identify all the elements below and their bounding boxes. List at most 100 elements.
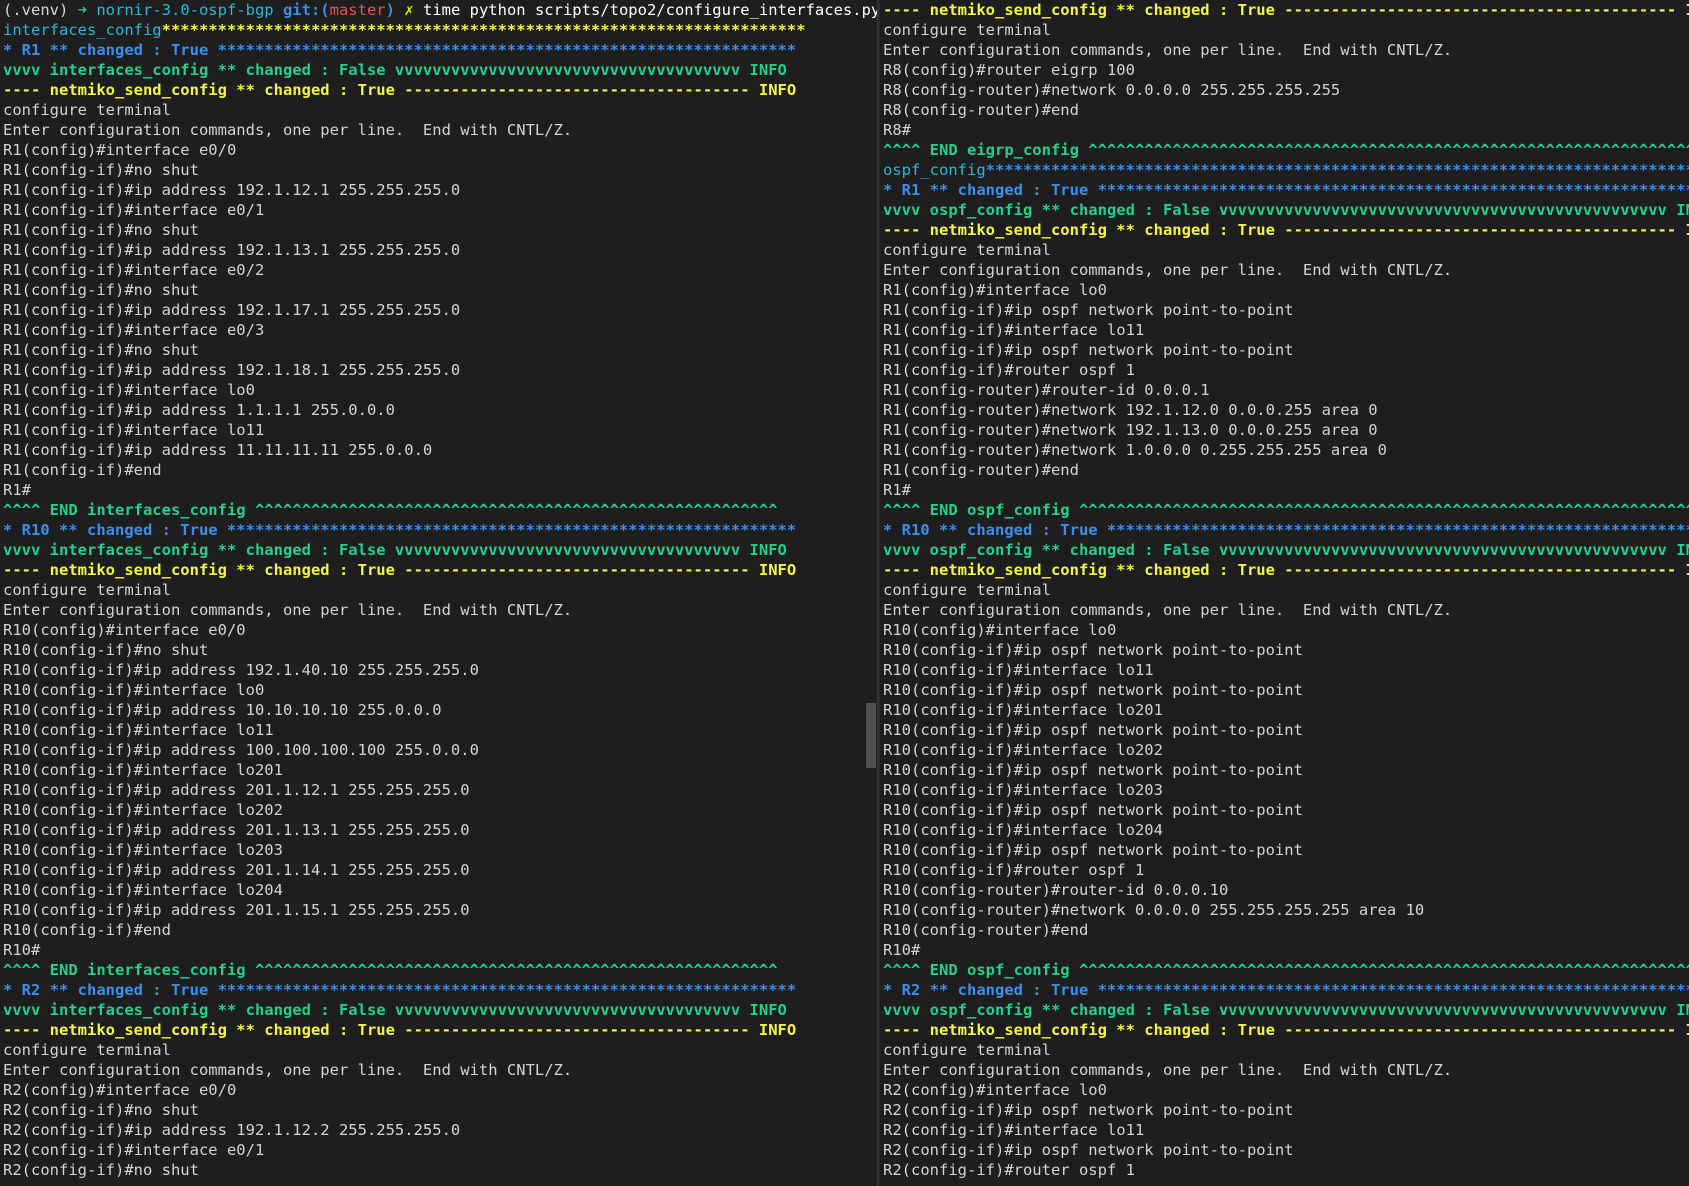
terminal-text: R1(config-if)#ip ospf network point-to-p…: [883, 341, 1294, 359]
terminal-line: R1(config-if)#ip address 192.1.12.1 255.…: [3, 180, 877, 200]
terminal-text: R10(config-if)#interface lo201: [3, 761, 283, 779]
terminal-line: vvvv interfaces_config ** changed : Fals…: [3, 60, 877, 80]
terminal-text: ****************************************…: [217, 981, 797, 999]
terminal-text: R1(config-if)#router ospf 1: [883, 361, 1135, 379]
terminal-text: R10(config-if)#interface lo201: [883, 701, 1163, 719]
terminal-text: R10(config-if)#ip ospf network point-to-…: [883, 761, 1303, 779]
terminal-line: R1(config-router)#network 1.0.0.0 0.255.…: [883, 440, 1689, 460]
terminal-line: R10(config-if)#ip ospf network point-to-…: [883, 760, 1689, 780]
terminal-text: time python scripts/topo2/configure_inte…: [413, 1, 877, 19]
terminal-text: ^^^^ END interfaces_config ^^^^^^^^^^^^^…: [3, 961, 778, 979]
terminal-text: R10(config-router)#end: [883, 921, 1089, 939]
terminal-line: ---- netmiko_send_config ** changed : Tr…: [3, 560, 877, 580]
terminal-text: R1(config-if)#interface lo11: [883, 321, 1145, 339]
terminal-line: configure terminal: [883, 20, 1689, 40]
terminal-pane-right[interactable]: ---- netmiko_send_config ** changed : Tr…: [880, 0, 1689, 1186]
terminal-line: R1(config-if)#ip address 192.1.17.1 255.…: [3, 300, 877, 320]
terminal-line: R10(config-if)#ip ospf network point-to-…: [883, 800, 1689, 820]
terminal-line: R1(config-if)#ip address 1.1.1.1 255.0.0…: [3, 400, 877, 420]
terminal-text: R2(config)#interface lo0: [883, 1081, 1107, 1099]
terminal-text: R8(config-router)#network 0.0.0.0 255.25…: [883, 81, 1341, 99]
terminal-text: R1(config-if)#ip address 192.1.12.1 255.…: [3, 181, 461, 199]
terminal-line: R1(config)#interface e0/0: [3, 140, 877, 160]
terminal-text: Enter configuration commands, one per li…: [3, 1061, 573, 1079]
terminal-line: R2(config)#interface e0/0: [3, 1080, 877, 1100]
terminal-line: R1(config-if)#interface e0/3: [3, 320, 877, 340]
terminal-line: configure terminal: [883, 1040, 1689, 1060]
terminal-text: R1(config)#interface e0/0: [3, 141, 237, 159]
terminal-line: R1(config-router)#network 192.1.13.0 0.0…: [883, 420, 1689, 440]
terminal-line: R1(config-if)#interface lo0: [3, 380, 877, 400]
terminal-text: R8(config-router)#end: [883, 101, 1079, 119]
terminal-text: R2(config)#interface e0/0: [3, 1081, 237, 1099]
terminal-text: configure terminal: [883, 1041, 1051, 1059]
terminal-text: ---- netmiko_send_config ** changed : Tr…: [883, 1, 1689, 19]
terminal-text: R1(config-if)#no shut: [3, 221, 199, 239]
terminal-line: R10(config-router)#network 0.0.0.0 255.2…: [883, 900, 1689, 920]
terminal-text: * R10 ** changed : True: [883, 521, 1107, 539]
terminal-pane-left[interactable]: (.venv) ➜ nornir-3.0-ospf-bgp git:(maste…: [0, 0, 877, 1186]
terminal-line: R10(config-if)#interface lo202: [883, 740, 1689, 760]
terminal-line: R8(config-router)#network 0.0.0.0 255.25…: [883, 80, 1689, 100]
terminal-line: R1(config-if)#no shut: [3, 220, 877, 240]
terminal-text: R1(config-router)#end: [883, 461, 1079, 479]
terminal-line: configure terminal: [883, 580, 1689, 600]
terminal-line: * R2 ** changed : True *****************…: [3, 980, 877, 1000]
terminal-text: vvvv ospf_config ** changed : False vvvv…: [883, 1001, 1689, 1019]
terminal-text: R1(config-router)#network 1.0.0.0 0.255.…: [883, 441, 1387, 459]
terminal-text: ---- netmiko_send_config ** changed : Tr…: [883, 561, 1689, 579]
terminal-line: R10(config-if)#interface lo203: [883, 780, 1689, 800]
terminal-text: R10(config-if)#ip address 192.1.40.10 25…: [3, 661, 479, 679]
terminal-line: * R1 ** changed : True *****************…: [883, 180, 1689, 200]
terminal-text: configure terminal: [883, 581, 1051, 599]
terminal-line: R8(config-router)#end: [883, 100, 1689, 120]
terminal-text: ✗: [394, 1, 414, 19]
terminal-text: Enter configuration commands, one per li…: [3, 121, 573, 139]
terminal-line: R10(config)#interface lo0: [883, 620, 1689, 640]
terminal-line: R2(config-if)#ip ospf network point-to-p…: [883, 1100, 1689, 1120]
terminal-text: R10(config-if)#interface lo11: [883, 661, 1154, 679]
terminal-text: R10(config)#interface lo0: [883, 621, 1117, 639]
terminal-text: R1(config-if)#ip address 192.1.18.1 255.…: [3, 361, 461, 379]
terminal-text: ****************************************…: [161, 21, 806, 39]
terminal-line: R10(config-if)#ip ospf network point-to-…: [883, 720, 1689, 740]
terminal-line: R10(config-if)#ip address 201.1.15.1 255…: [3, 900, 877, 920]
terminal-line: ^^^^ END interfaces_config ^^^^^^^^^^^^^…: [3, 960, 877, 980]
terminal-text: vvvv interfaces_config ** changed : Fals…: [3, 1001, 787, 1019]
terminal-text: R1(config-if)#interface lo0: [3, 381, 255, 399]
terminal-text: ): [385, 1, 395, 19]
terminal-text: R1(config-router)#network 192.1.12.0 0.0…: [883, 401, 1378, 419]
terminal-line: (.venv) ➜ nornir-3.0-ospf-bgp git:(maste…: [3, 0, 877, 20]
terminal-line: R1(config)#interface lo0: [883, 280, 1689, 300]
terminal-line: R1(config-if)#interface lo11: [883, 320, 1689, 340]
terminal-line: R1(config-if)#no shut: [3, 280, 877, 300]
terminal-text: R10(config-if)#interface lo11: [3, 721, 274, 739]
terminal-text: ---- netmiko_send_config ** changed : Tr…: [883, 1021, 1689, 1039]
terminal-text: Enter configuration commands, one per li…: [883, 601, 1453, 619]
terminal-text: R1(config-if)#ip address 11.11.11.11 255…: [3, 441, 433, 459]
terminal-text: nornir-3.0-ospf-bgp: [96, 1, 283, 19]
terminal-text: R1(config)#interface lo0: [883, 281, 1107, 299]
terminal-text: R1(config-if)#end: [3, 461, 162, 479]
terminal-text: R1#: [3, 481, 31, 499]
terminal-text: R1(config-router)#network 192.1.13.0 0.0…: [883, 421, 1378, 439]
terminal-line: interfaces_config***********************…: [3, 20, 877, 40]
terminal-text: R1(config-if)#interface e0/2: [3, 261, 265, 279]
terminal-output-right: ---- netmiko_send_config ** changed : Tr…: [880, 0, 1689, 1180]
terminal-text: R10(config-if)#interface lo202: [883, 741, 1163, 759]
terminal-text: R1(config-if)#no shut: [3, 341, 199, 359]
terminal-line: R10(config-if)#ip address 10.10.10.10 25…: [3, 700, 877, 720]
terminal-line: ---- netmiko_send_config ** changed : Tr…: [883, 220, 1689, 240]
terminal-text: R1(config-if)#interface e0/3: [3, 321, 265, 339]
terminal-line: configure terminal: [883, 240, 1689, 260]
terminal-text: ****************************************…: [985, 161, 1689, 179]
terminal-text: configure terminal: [3, 101, 171, 119]
terminal-text: R2(config-if)#router ospf 1: [883, 1161, 1135, 1179]
scrollbar-thumb-left[interactable]: [866, 703, 876, 768]
terminal-line: Enter configuration commands, one per li…: [883, 1060, 1689, 1080]
terminal-line: R10(config)#interface e0/0: [3, 620, 877, 640]
terminal-text: ^^^^ END eigrp_config ^^^^^^^^^^^^^^^^^^…: [883, 141, 1689, 159]
terminal-line: ---- netmiko_send_config ** changed : Tr…: [883, 1020, 1689, 1040]
terminal-text: R10(config)#interface e0/0: [3, 621, 246, 639]
terminal-text: R10(config-router)#router-id 0.0.0.10: [883, 881, 1229, 899]
